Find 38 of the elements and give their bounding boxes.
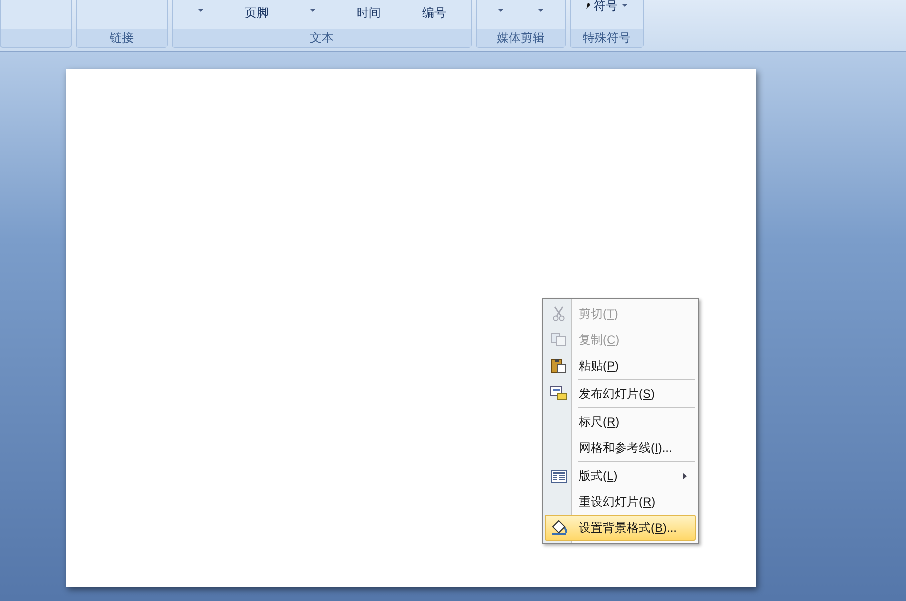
submenu-arrow-icon: [683, 472, 687, 480]
menu-item[interactable]: 发布幻灯片(S): [545, 381, 696, 409]
menu-item-label: 设置背景格式(B)...: [579, 520, 678, 537]
dropdown-arrow-icon[interactable]: [198, 9, 204, 13]
menu-item-label: 复制(C): [579, 332, 620, 349]
layout-icon: [551, 470, 567, 482]
slide-publish-icon: [550, 386, 568, 402]
group-label: 特殊符号: [571, 29, 643, 47]
dropdown-arrow-icon[interactable]: [538, 9, 544, 13]
menu-item[interactable]: 粘贴(P): [545, 353, 696, 381]
ribbon-button-label[interactable]: 编号: [422, 0, 446, 21]
dropdown-arrow-icon[interactable]: [310, 9, 316, 13]
menu-item-label: 网格和参考线(I)...: [579, 440, 672, 457]
group-label: 链接: [77, 29, 167, 47]
ribbon-button-label[interactable]: 时间: [357, 0, 382, 21]
menu-item-label: 标尺(R): [579, 414, 620, 431]
copy-icon: [551, 333, 567, 347]
menu-item[interactable]: 重设幻灯片(R): [545, 489, 696, 515]
menu-item-label: 版式(L): [579, 468, 618, 485]
menu-item[interactable]: 设置背景格式(B)...: [545, 515, 696, 541]
menu-item[interactable]: 网格和参考线(I)...: [545, 435, 696, 463]
menu-item-label: 粘贴(P): [579, 358, 620, 375]
symbol-button[interactable]: 符号: [586, 0, 628, 12]
group-label: 媒体剪辑: [477, 29, 565, 47]
group-label: 文本: [173, 29, 471, 47]
ribbon-group: [0, 0, 72, 48]
clipboard-icon: [551, 358, 567, 374]
ribbon-button-label[interactable]: 页脚: [244, 0, 269, 21]
menu-item[interactable]: 标尺(R): [545, 409, 696, 435]
scissors-icon: [552, 306, 566, 322]
dropdown-arrow-icon[interactable]: [622, 4, 628, 8]
menu-item[interactable]: 版式(L): [545, 463, 696, 489]
paint-bucket-icon: [550, 520, 568, 536]
dropdown-arrow-icon[interactable]: [498, 9, 504, 13]
menu-item-label: 剪切(T): [579, 306, 618, 323]
menu-item-label: 重设幻灯片(R): [579, 494, 656, 511]
comma-icon: [586, 2, 590, 10]
menu-item-label: 发布幻灯片(S): [579, 386, 656, 403]
